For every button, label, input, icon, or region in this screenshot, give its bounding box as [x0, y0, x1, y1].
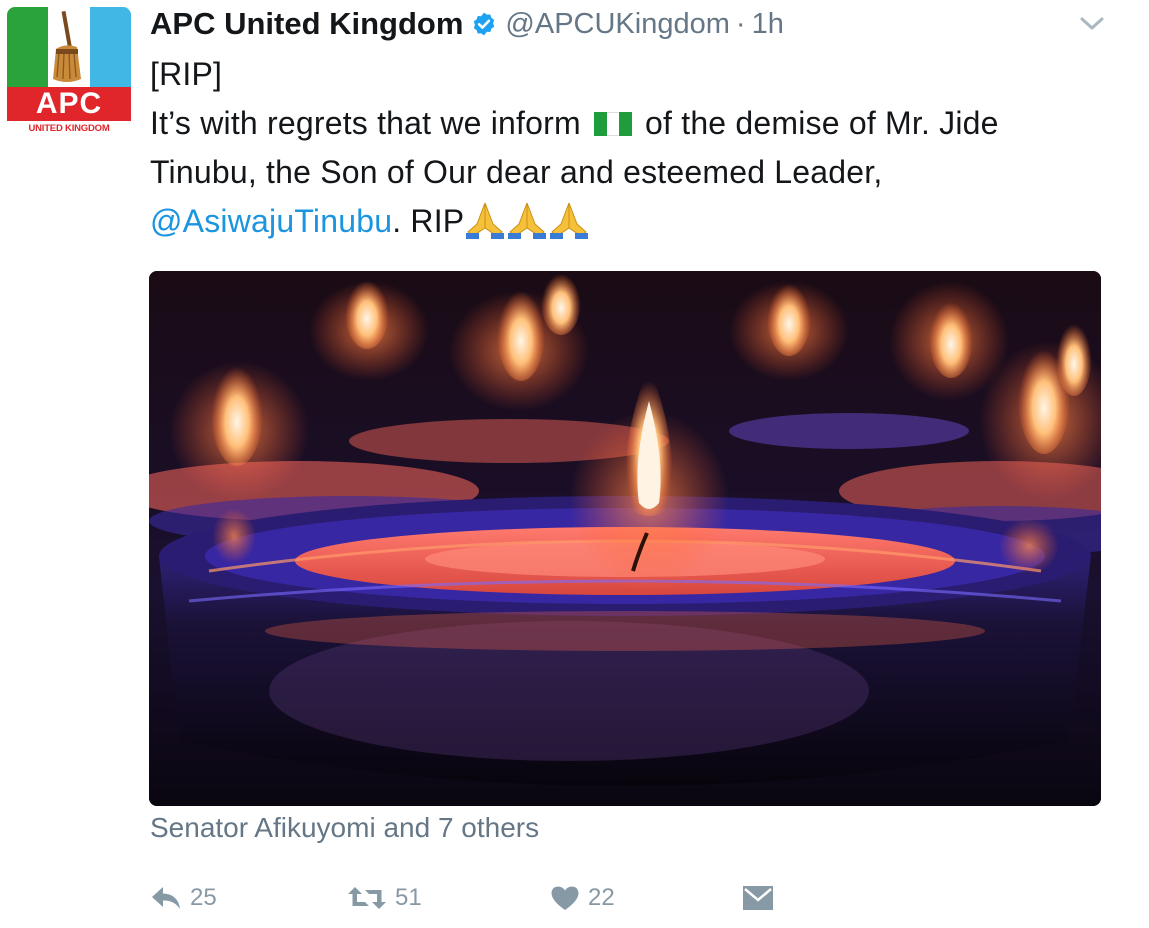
tweet-line-4-end: . RIP: [392, 203, 465, 239]
retweet-count: 51: [395, 884, 422, 911]
mention-link[interactable]: @AsiwajuTinubu: [150, 203, 392, 239]
candles-photo: [149, 271, 1101, 806]
tweet-line-4: @AsiwajuTinubu. RIP: [150, 197, 1125, 246]
tweet-timestamp[interactable]: 1h: [752, 8, 784, 41]
nigeria-flag-emoji-icon: [593, 112, 632, 136]
avatar-logo-subtitle: UNITED KINGDOM: [28, 123, 110, 134]
broom-icon: [53, 10, 81, 82]
reply-button[interactable]: 25: [150, 878, 217, 918]
reply-icon: [152, 887, 180, 909]
tweet-line-2: It’s with regrets that we inform of the …: [150, 99, 1125, 148]
like-count: 22: [588, 884, 615, 911]
folded-hands-emoji-icon: [550, 202, 589, 239]
like-button[interactable]: 22: [550, 878, 615, 918]
tweet-text: [RIP] It’s with regrets that we inform o…: [150, 50, 1125, 246]
tweet-actions: 25 51 22: [150, 878, 850, 918]
retweet-button[interactable]: 51: [347, 878, 422, 918]
tweet-header: APC United Kingdom @APCUKingdom · 1h: [150, 4, 784, 44]
envelope-icon: [743, 886, 773, 910]
verified-badge-icon: [474, 12, 495, 36]
avatar-logo-text: APC: [7, 87, 131, 121]
folded-hands-emoji-icon: [508, 202, 547, 239]
display-name[interactable]: APC United Kingdom: [150, 6, 463, 42]
tweet-line-1: [RIP]: [150, 56, 223, 92]
tweet-line-2-end: of the demise of Mr. Jide: [645, 105, 999, 141]
chevron-down-icon[interactable]: [1078, 14, 1106, 34]
tweet-media-image[interactable]: [149, 271, 1101, 806]
reply-count: 25: [190, 884, 217, 911]
user-handle[interactable]: @APCUKingdom: [505, 8, 729, 41]
tweet-line-2-start: It’s with regrets that we inform: [150, 105, 581, 141]
profile-avatar[interactable]: APC UNITED KINGDOM: [7, 7, 131, 137]
folded-hands-emoji-icon: [466, 202, 505, 239]
retweet-icon: [348, 887, 386, 909]
direct-message-button[interactable]: [742, 878, 774, 918]
heart-icon: [551, 886, 579, 910]
tweet-line-3: Tinubu, the Son of Our dear and esteemed…: [150, 154, 883, 190]
header-separator: ·: [735, 7, 746, 40]
media-tagged-users[interactable]: Senator Afikuyomi and 7 others: [150, 812, 539, 844]
